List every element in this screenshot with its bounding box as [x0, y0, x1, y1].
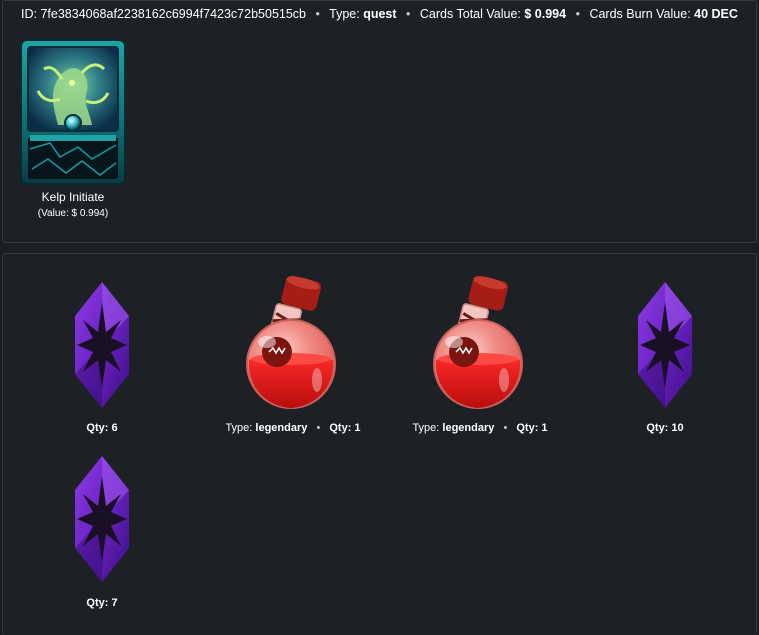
- merit-crystal-icon: [638, 282, 692, 408]
- legendary-potion-icon: [246, 275, 336, 409]
- merit-crystal-icon: [75, 282, 129, 408]
- type-label: Type:: [412, 422, 440, 434]
- total-value-label: Cards Total Value:: [419, 7, 521, 21]
- quest-header: ID: 7fe3834068af2238162c6994f7423c72b505…: [21, 7, 738, 21]
- reward-crystal: [71, 280, 133, 415]
- qty-value: 6: [111, 422, 118, 434]
- type-label: Type:: [329, 7, 360, 21]
- qty-label: Qty:: [329, 422, 352, 434]
- rewards-panel: Qty: 6 Type: legendary • Qty: 1 Type: le…: [2, 253, 757, 635]
- qty-value: 1: [541, 422, 548, 434]
- quest-summary-panel: ID: 7fe3834068af2238162c6994f7423c72b505…: [2, 0, 757, 243]
- type-label: Type:: [225, 422, 253, 434]
- reward-crystal: [71, 454, 133, 589]
- qty-label: Qty:: [516, 422, 539, 434]
- qty-value: 10: [671, 422, 684, 434]
- kelp-initiate-card-art: [20, 39, 126, 185]
- reward-potion: [243, 275, 339, 417]
- separator-dot: •: [315, 7, 320, 21]
- card-value: (Value: $ 0.994): [37, 208, 109, 219]
- qty-value: 7: [111, 597, 118, 609]
- type-value: legendary: [442, 422, 495, 434]
- qty-label: Qty:: [86, 422, 109, 434]
- separator-dot: •: [316, 422, 321, 434]
- burn-value: 40 DEC: [694, 7, 738, 21]
- separator-dot: •: [575, 7, 580, 21]
- type-value: legendary: [255, 422, 308, 434]
- reward-label: Qty: 6: [53, 422, 151, 434]
- qty-label: Qty:: [86, 597, 109, 609]
- total-value: $ 0.994: [524, 7, 567, 21]
- reward-label: Type: legendary • Qty: 1: [213, 422, 373, 434]
- merit-crystal-icon: [75, 456, 129, 582]
- qty-value: 1: [354, 422, 361, 434]
- burn-value-label: Cards Burn Value:: [589, 7, 691, 21]
- id-value: 7fe3834068af2238162c6994f7423c72b50515cb: [40, 7, 307, 21]
- reward-label: Qty: 10: [615, 422, 715, 434]
- card-image[interactable]: [20, 39, 126, 185]
- qty-label: Qty:: [646, 422, 669, 434]
- reward-label: Qty: 7: [53, 597, 151, 609]
- legendary-potion-icon: [433, 275, 523, 409]
- reward-label: Type: legendary • Qty: 1: [400, 422, 560, 434]
- separator-dot: •: [406, 7, 411, 21]
- separator-dot: •: [503, 422, 508, 434]
- reward-crystal: [634, 280, 696, 415]
- reward-potion: [430, 275, 526, 417]
- card-name: Kelp Initiate: [41, 190, 105, 204]
- id-label: ID:: [21, 7, 37, 21]
- type-value: quest: [363, 7, 397, 21]
